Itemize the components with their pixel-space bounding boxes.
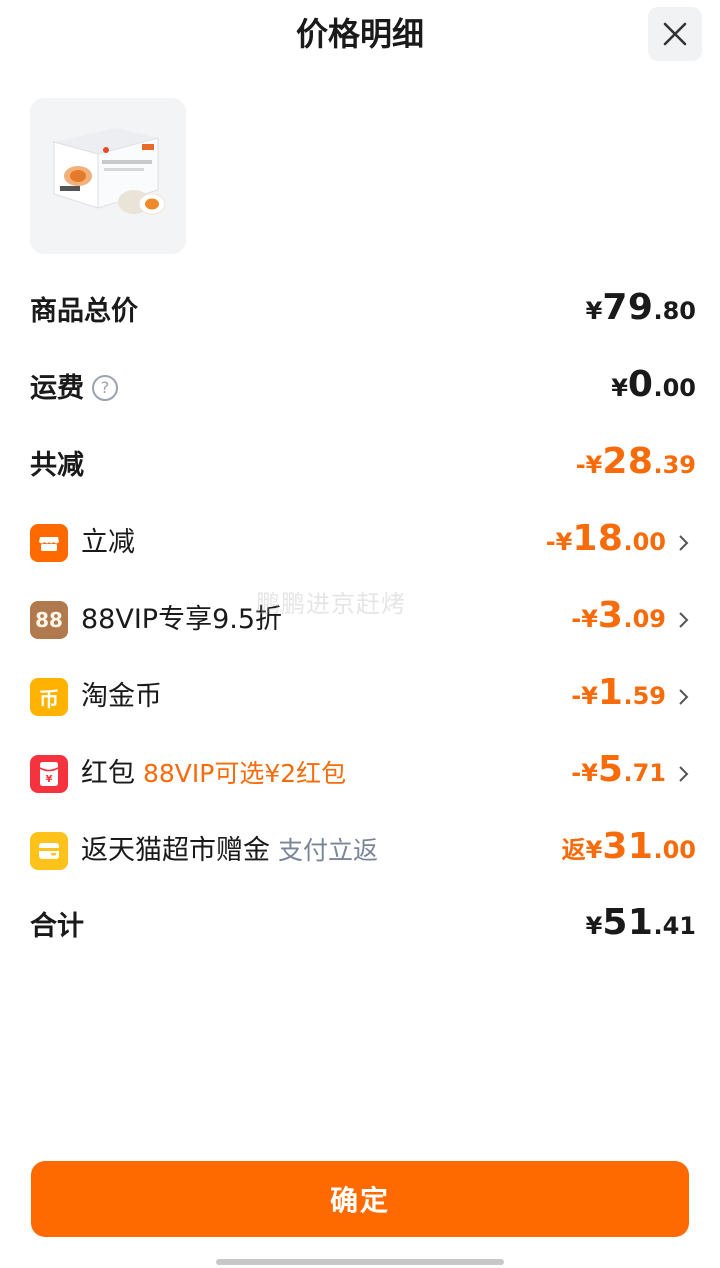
row-instant-discount[interactable]: 立减 -¥ 18.00 [30,518,696,568]
total-discount-amount: -¥ 28.39 [575,441,696,482]
total-discount-label: 共减 [30,450,84,481]
vip-discount-label: 88VIP专享9.5折 [81,604,283,635]
shipping-label: 运费? [30,364,118,414]
grand-total-label: 合计 [30,911,84,942]
taojinbi-amount: -¥ 1.59 [571,672,666,713]
taojinbi-label: 淘金币 [81,681,162,712]
row-taojinbi[interactable]: 币 淘金币 -¥ 1.59 [30,672,696,722]
row-shipping: 运费? ¥0.00 [30,364,696,414]
chevron-right-icon [679,689,689,705]
cashback-label: 返天猫超市赠金 支付立返 [81,835,379,866]
shop-icon [30,524,68,562]
row-grand-total: 合计 ¥51.41 [30,902,696,952]
row-total-price: 商品总价 ¥79.80 [30,287,696,337]
red-packet-icon: ¥ [30,755,68,793]
total-price-label: 商品总价 [30,296,138,327]
total-price-amount: ¥79.80 [585,287,696,328]
watermark: 鹏鹏进京赶烤 [256,590,406,618]
product-image [30,98,186,254]
red-packet-label: 红包 88VIP可选¥2红包 [81,758,347,789]
shipping-amount: ¥0.00 [611,364,696,405]
grand-total-amount: ¥51.41 [585,902,696,943]
row-total-discount: 共减 -¥ 28.39 [30,441,696,491]
instant-discount-amount: -¥ 18.00 [545,518,666,559]
close-icon [663,22,687,46]
svg-text:¥: ¥ [46,774,53,785]
vip-discount-amount: -¥ 3.09 [571,595,666,636]
vip88-icon: 88 [30,601,68,639]
cashback-amount: 返¥ 31.00 [561,826,696,867]
cashback-hint: 支付立返 [278,836,379,865]
coin-icon: 币 [30,678,68,716]
chevron-right-icon [679,766,689,782]
header: 价格明细 [0,0,720,70]
page-title: 价格明细 [295,15,424,53]
home-indicator[interactable] [216,1259,504,1265]
chevron-right-icon [679,535,689,551]
chevron-right-icon [679,612,689,628]
row-red-packet[interactable]: ¥ 红包 88VIP可选¥2红包 -¥ 5.71 [30,749,696,799]
instant-discount-label: 立减 [81,527,135,558]
red-packet-amount: -¥ 5.71 [571,749,666,790]
red-packet-hint: 88VIP可选¥2红包 [143,759,347,788]
help-icon[interactable]: ? [92,374,118,401]
row-cashback: 返天猫超市赠金 支付立返 返¥ 31.00 [30,826,696,876]
wallet-icon [30,832,68,870]
confirm-button[interactable]: 确定 [31,1161,689,1237]
close-button[interactable] [648,7,702,61]
